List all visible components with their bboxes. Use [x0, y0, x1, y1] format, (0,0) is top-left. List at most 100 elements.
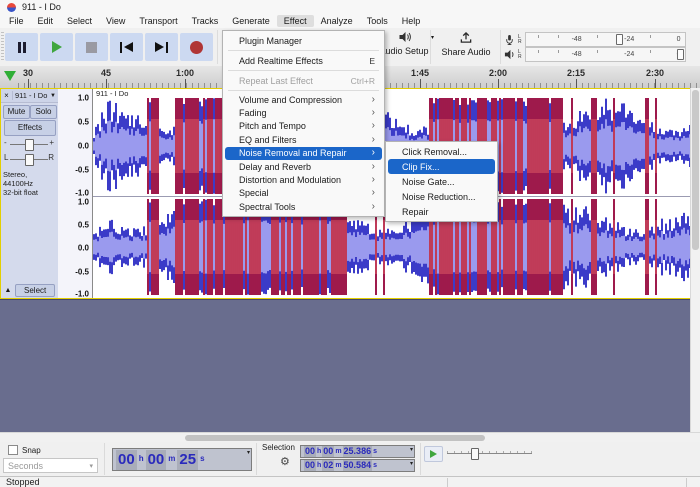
recording-volume-slider[interactable]	[616, 34, 624, 45]
bottom-toolbar: Snap Seconds ▾ ▾ 00 h 00 m 25 s Selection ⚙ ▾…	[0, 442, 700, 476]
toolbar-separator	[217, 30, 218, 64]
gain-slider-thumb[interactable]	[25, 139, 34, 151]
toolbar-grip[interactable]	[1, 32, 4, 62]
vertical-scale-label: -1.0	[75, 188, 89, 198]
share-audio-label: Share Audio	[441, 47, 491, 57]
transport-toolbar	[5, 33, 213, 61]
skip-to-start-button[interactable]	[110, 33, 143, 61]
playback-speed-slider[interactable]	[447, 448, 532, 460]
vertical-scale-label: 0.0	[77, 141, 89, 151]
track-name[interactable]: 911 - I Do	[13, 91, 50, 100]
snap-label: Snap	[22, 445, 41, 455]
meter-toolbar: LR -48 -24 0 LR -48 -24	[504, 32, 686, 62]
playback-volume-slider[interactable]	[677, 49, 685, 60]
submenu-item[interactable]: Repair	[388, 204, 495, 219]
menubar-item[interactable]: Effect	[276, 15, 314, 27]
pan-slider-thumb[interactable]	[25, 154, 34, 166]
menubar-item[interactable]: Tools	[360, 15, 395, 27]
playback-meter[interactable]: LR -48 -24 0	[504, 47, 686, 62]
waveform-track-name-overlay: 911 - I Do	[96, 89, 129, 98]
skip-to-end-button[interactable]	[145, 33, 178, 61]
vertical-scrollbar[interactable]	[690, 88, 700, 432]
effect-menu-item[interactable]: Distortion and Modulation ›	[225, 173, 382, 186]
effect-menu-item[interactable]: ›	[228, 50, 379, 51]
menubar-item[interactable]: Help	[395, 15, 428, 27]
submenu-arrow-icon: ›	[371, 107, 375, 119]
empty-track-area	[0, 299, 700, 433]
caret-down-icon[interactable]: ▾	[247, 449, 250, 456]
audio-setup-button[interactable]: Audio Setup ▾	[378, 31, 434, 56]
effect-menu-item[interactable]: ›	[228, 90, 379, 91]
play-button[interactable]	[40, 33, 73, 61]
caret-down-icon[interactable]: ▾	[410, 460, 413, 467]
playhead-triangle-icon[interactable]	[4, 71, 16, 81]
record-button[interactable]	[180, 33, 213, 61]
menubar-item[interactable]: Generate	[225, 15, 277, 27]
effect-menu-item[interactable]: Fading ›	[225, 106, 382, 119]
horizontal-scrollbar-thumb[interactable]	[185, 435, 485, 441]
recording-meter[interactable]: LR -48 -24 0	[504, 32, 686, 47]
menubar-item[interactable]: Analyze	[314, 15, 360, 27]
gain-slider[interactable]: - +	[4, 138, 54, 151]
share-audio-icon	[459, 31, 473, 44]
collapse-icon[interactable]: ▲	[1, 287, 15, 294]
select-button[interactable]: Select	[15, 283, 56, 297]
effect-menu-item[interactable]: Noise Removal and Repair ›	[225, 146, 382, 160]
selection-label: Selection	[262, 443, 295, 452]
submenu-arrow-icon: ›	[371, 174, 375, 186]
menubar-item[interactable]: Select	[60, 15, 99, 27]
play-at-speed-button[interactable]	[424, 446, 443, 462]
vertical-scale-label: 0.5	[77, 220, 89, 230]
menubar-item[interactable]: File	[2, 15, 31, 27]
solo-button[interactable]: Solo	[30, 105, 57, 119]
effects-button[interactable]: Effects	[4, 120, 56, 136]
selection-end-field[interactable]: ▾ 00 h 02 m 50.584 s	[300, 459, 415, 472]
effect-menu-item[interactable]: Special ›	[225, 187, 382, 200]
track-menu-icon[interactable]: ▼	[50, 93, 58, 99]
menubar-item[interactable]: Tracks	[185, 15, 226, 27]
menubar-item[interactable]: View	[99, 15, 132, 27]
close-icon[interactable]: ×	[1, 91, 13, 100]
window-title: 911 - I Do	[22, 2, 61, 12]
submenu-item[interactable]: Noise Reduction...	[388, 189, 495, 204]
gear-icon[interactable]: ⚙	[280, 455, 290, 468]
effect-menu-item[interactable]: Volume and Compression ›	[225, 93, 382, 106]
track-control-panel: × 911 - I Do ▼ Mute Solo Effects - + L R…	[1, 89, 59, 298]
track-header: × 911 - I Do ▼	[1, 89, 58, 103]
effect-menu-item[interactable]: EQ and Filters ›	[225, 133, 382, 146]
vertical-scale-label: 0.5	[77, 117, 89, 127]
selection-start-field[interactable]: ▾ 00 h 00 m 25.386 s	[300, 445, 415, 458]
effect-menu-item[interactable]: Delay and Reverb ›	[225, 160, 382, 173]
vertical-scale-ruler[interactable]: 1.0 0.5 0.0 -0.5 -1.0 1.0 0.5 0.0 -0.5 -…	[58, 89, 93, 299]
snap-checkbox[interactable]	[8, 445, 18, 455]
audio-position-field[interactable]: ▾ 00 h 00 m 25 s	[112, 448, 252, 471]
pan-slider[interactable]: L R	[4, 153, 54, 166]
stop-button[interactable]	[75, 33, 108, 61]
submenu-item[interactable]: Click Removal...	[388, 144, 495, 159]
effect-menu-item[interactable]: Pitch and Tempo ›	[225, 120, 382, 133]
share-audio-button[interactable]: Share Audio	[436, 31, 496, 57]
skip-to-end-icon	[155, 42, 164, 52]
skip-to-start-icon	[124, 42, 133, 52]
pause-button[interactable]	[5, 33, 38, 61]
chevron-down-icon: ▾	[89, 462, 93, 470]
submenu-item[interactable]: Clip Fix...	[388, 159, 495, 174]
effect-menu-item[interactable]: Plugin Manager ›	[225, 33, 382, 48]
title-bar: 911 - I Do	[0, 0, 700, 14]
caret-down-icon[interactable]: ▾	[410, 446, 413, 453]
vertical-scrollbar-thumb[interactable]	[692, 90, 699, 250]
submenu-item[interactable]: Noise Gate...	[388, 174, 495, 189]
effect-menu-item[interactable]: Repeat Last Effect Ctrl+R ›	[225, 73, 382, 88]
status-bar: Stopped	[0, 476, 700, 487]
submenu-arrow-icon: ›	[371, 147, 375, 159]
effect-menu-item[interactable]: ›	[228, 70, 379, 71]
snap-mode-select[interactable]: Seconds ▾	[3, 458, 98, 473]
menubar-item[interactable]: Edit	[31, 15, 61, 27]
vertical-scale-label: -0.5	[75, 165, 89, 175]
mute-button[interactable]: Mute	[3, 105, 30, 119]
effect-menu-item[interactable]: Spectral Tools ›	[225, 200, 382, 213]
menubar-item[interactable]: Transport	[132, 15, 184, 27]
effect-menu-item[interactable]: Add Realtime Effects E ›	[225, 53, 382, 68]
speed-slider-thumb[interactable]	[471, 448, 479, 460]
track-format-info: Stereo, 44100Hz 32-bit float	[3, 170, 39, 197]
